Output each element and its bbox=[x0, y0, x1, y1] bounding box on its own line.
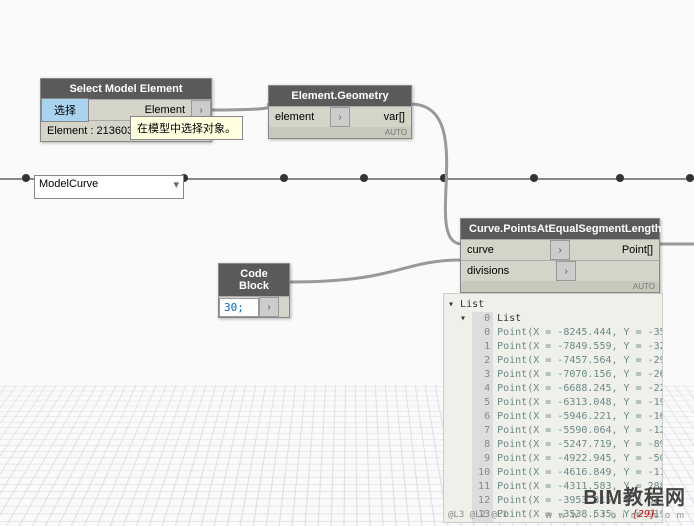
node-title: Select Model Element bbox=[41, 79, 211, 99]
list-item: 3Point(X = -7070.156, Y = -2611. bbox=[448, 368, 658, 382]
list-item: 6Point(X = -5946.221, Y = -1610. bbox=[448, 410, 658, 424]
output-port[interactable]: Point[] bbox=[570, 244, 659, 256]
level-tabs[interactable]: @L3 @L2 @L1 bbox=[448, 510, 508, 520]
list-item: 2Point(X = -7457.564, Y = -2930. bbox=[448, 354, 658, 368]
node-title: Code Block bbox=[219, 264, 289, 296]
node-curve-points[interactable]: Curve.PointsAtEqualSegmentLength curve ›… bbox=[460, 218, 660, 293]
list-item: 9Point(X = -4922.945, Y = -507.6 bbox=[448, 452, 658, 466]
watermark: BIM教程网 w w w . l f b i m . c o m bbox=[545, 481, 686, 520]
list-item: 1Point(X = -7849.559, Y = -3243. bbox=[448, 340, 658, 354]
output-port[interactable]: var[] bbox=[350, 111, 411, 123]
type-dropdown[interactable]: ModelCurve bbox=[34, 175, 184, 199]
node-title: Curve.PointsAtEqualSegmentLength bbox=[461, 219, 659, 239]
code-input[interactable] bbox=[219, 298, 259, 317]
input-port[interactable]: element bbox=[269, 111, 330, 123]
list-item: 7Point(X = -5590.064, Y = -1256. bbox=[448, 424, 658, 438]
node-code-block[interactable]: Code Block › bbox=[218, 263, 290, 318]
list-item: 5Point(X = -6313.048, Y = -1952. bbox=[448, 396, 658, 410]
chevron-right-icon[interactable]: › bbox=[550, 240, 570, 260]
chevron-right-icon[interactable]: › bbox=[259, 297, 279, 317]
chevron-right-icon[interactable]: › bbox=[330, 107, 350, 127]
node-title: Element.Geometry bbox=[269, 86, 411, 106]
select-button[interactable]: 选择 bbox=[41, 98, 89, 122]
list-item: 8Point(X = -5247.719, Y = -890.1 bbox=[448, 438, 658, 452]
chevron-right-icon[interactable]: › bbox=[556, 261, 576, 281]
list-item: 14Point(X = -3103.142, Y = 1169. bbox=[448, 522, 658, 523]
auto-label: AUTO bbox=[461, 281, 659, 292]
list-item: 4Point(X = -6688.245, Y = -2285. bbox=[448, 382, 658, 396]
input-divisions[interactable]: divisions bbox=[461, 265, 556, 277]
auto-label: AUTO bbox=[269, 127, 411, 138]
tooltip: 在模型中选择对象。 bbox=[130, 116, 243, 140]
list-item: 10Point(X = -4616.849, Y = -110. bbox=[448, 466, 658, 480]
list-item: 0Point(X = -8245.444, Y = -3551. bbox=[448, 326, 658, 340]
input-curve[interactable]: curve bbox=[461, 244, 550, 256]
output-port[interactable]: Element bbox=[89, 104, 191, 116]
node-element-geometry[interactable]: Element.Geometry element › var[] AUTO bbox=[268, 85, 412, 139]
